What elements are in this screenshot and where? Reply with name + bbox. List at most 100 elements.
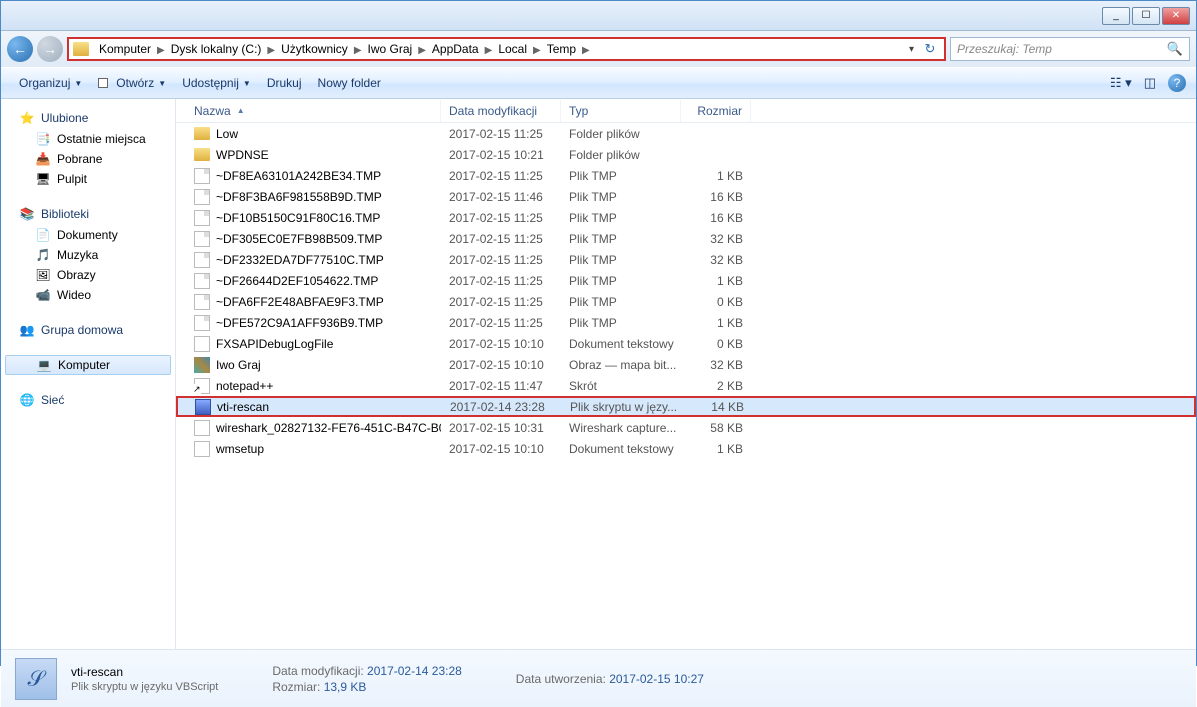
file-row[interactable]: ~DF8EA63101A242BE34.TMP2017-02-15 11:25P… <box>176 165 1196 186</box>
file-date: 2017-02-15 10:10 <box>441 442 561 456</box>
chevron-right-icon: ▶ <box>483 45 495 56</box>
column-name[interactable]: Nazwa▲ <box>186 100 441 122</box>
details-name: vti-rescan <box>71 665 218 679</box>
file-size: 14 KB <box>682 400 752 414</box>
sidebar-item-documents[interactable]: 📄Dokumenty <box>1 225 175 245</box>
sidebar-homegroup[interactable]: 👥Grupa domowa <box>1 319 175 341</box>
file-name: wireshark_02827132-FE76-451C-B47C-B0... <box>216 421 441 435</box>
file-name: ~DF8EA63101A242BE34.TMP <box>216 169 381 183</box>
file-row[interactable]: wmsetup2017-02-15 10:10Dokument tekstowy… <box>176 438 1196 459</box>
view-mode-button[interactable]: ☷ ▾ <box>1104 71 1138 95</box>
back-button[interactable]: ← <box>7 36 33 62</box>
file-name: ~DF10B5150C91F80C16.TMP <box>216 211 380 225</box>
help-button[interactable]: ? <box>1168 74 1186 92</box>
vbs-icon: 𝒮 <box>15 658 57 700</box>
sidebar-item-downloads[interactable]: 📥Pobrane <box>1 149 175 169</box>
sidebar-item-videos[interactable]: 📹Wideo <box>1 285 175 305</box>
file-row[interactable]: vti-rescan2017-02-14 23:28Plik skryptu w… <box>176 396 1196 417</box>
file-type: Plik TMP <box>561 295 681 309</box>
file-type-icon <box>194 210 210 226</box>
refresh-icon[interactable]: ↻ <box>920 41 940 57</box>
file-row[interactable]: Iwo Graj2017-02-15 10:10Obraz — mapa bit… <box>176 354 1196 375</box>
chevron-right-icon: ▶ <box>155 45 167 56</box>
file-type-icon <box>195 399 211 415</box>
minimize-button[interactable]: _ <box>1102 7 1130 25</box>
file-row[interactable]: ~DF8F3BA6F981558B9D.TMP2017-02-15 11:46P… <box>176 186 1196 207</box>
file-type-icon <box>194 273 210 289</box>
breadcrumb-segment[interactable]: Temp <box>543 42 580 56</box>
file-row[interactable]: ~DFE572C9A1AFF936B9.TMP2017-02-15 11:25P… <box>176 312 1196 333</box>
file-size: 16 KB <box>681 211 751 225</box>
search-input[interactable]: Przeszukaj: Temp 🔍 <box>950 37 1190 61</box>
toolbar: Organizuj▼ Otwórz▼ Udostępnij▼ Drukuj No… <box>1 67 1196 99</box>
sidebar-network[interactable]: 🌐Sieć <box>1 389 175 411</box>
print-button[interactable]: Drukuj <box>259 72 310 94</box>
file-type: Plik TMP <box>561 190 681 204</box>
column-date[interactable]: Data modyfikacji <box>441 100 561 122</box>
breadcrumb-segment[interactable]: Local <box>494 42 531 56</box>
titlebar: _ ☐ ✕ <box>1 1 1196 31</box>
file-row[interactable]: ~DF10B5150C91F80C16.TMP2017-02-15 11:25P… <box>176 207 1196 228</box>
sidebar-item-desktop[interactable]: 🖥Pulpit <box>1 169 175 189</box>
file-type-icon <box>194 231 210 247</box>
file-row[interactable]: ~DFA6FF2E48ABFAE9F3.TMP2017-02-15 11:25P… <box>176 291 1196 312</box>
file-type-icon <box>194 378 210 394</box>
breadcrumb-segment[interactable]: Dysk lokalny (C:) <box>167 42 266 56</box>
file-row[interactable]: ~DF2332EDA7DF77510C.TMP2017-02-15 11:25P… <box>176 249 1196 270</box>
breadcrumb-dropdown[interactable]: ▾ <box>903 44 920 55</box>
column-size[interactable]: Rozmiar <box>681 100 751 122</box>
preview-pane-button[interactable]: ◫ <box>1138 71 1162 95</box>
file-type: Obraz — mapa bit... <box>561 358 681 372</box>
file-size: 1 KB <box>681 274 751 288</box>
forward-button[interactable]: → <box>37 36 63 62</box>
file-row[interactable]: ~DF26644D2EF1054622.TMP2017-02-15 11:25P… <box>176 270 1196 291</box>
file-date: 2017-02-15 11:47 <box>441 379 561 393</box>
file-type: Plik TMP <box>561 274 681 288</box>
breadcrumb-segment[interactable]: AppData <box>428 42 483 56</box>
file-type: Folder plików <box>561 148 681 162</box>
file-type: Folder plików <box>561 127 681 141</box>
folder-icon <box>73 42 89 56</box>
file-name: Low <box>216 127 238 141</box>
sidebar-favorites[interactable]: ⭐Ulubione <box>1 107 175 129</box>
file-row[interactable]: notepad++2017-02-15 11:47Skrót2 KB <box>176 375 1196 396</box>
column-type[interactable]: Typ <box>561 100 681 122</box>
details-size-label: Rozmiar: <box>272 680 320 694</box>
new-folder-button[interactable]: Nowy folder <box>310 72 389 94</box>
sidebar-item-music[interactable]: 🎵Muzyka <box>1 245 175 265</box>
file-date: 2017-02-15 10:10 <box>441 337 561 351</box>
file-date: 2017-02-15 11:25 <box>441 316 561 330</box>
file-row[interactable]: FXSAPIDebugLogFile2017-02-15 10:10Dokume… <box>176 333 1196 354</box>
file-size: 2 KB <box>681 379 751 393</box>
file-row[interactable]: wireshark_02827132-FE76-451C-B47C-B0...2… <box>176 417 1196 438</box>
file-row[interactable]: Low2017-02-15 11:25Folder plików <box>176 123 1196 144</box>
file-type-icon <box>194 127 210 140</box>
sidebar-item-recent[interactable]: 📑Ostatnie miejsca <box>1 129 175 149</box>
sidebar-libraries[interactable]: 📚Biblioteki <box>1 203 175 225</box>
breadcrumb-segment[interactable]: Komputer <box>95 42 155 56</box>
share-button[interactable]: Udostępnij▼ <box>174 72 259 94</box>
file-row[interactable]: WPDNSE2017-02-15 10:21Folder plików <box>176 144 1196 165</box>
file-type-icon <box>194 336 210 352</box>
breadcrumb-segment[interactable]: Iwo Graj <box>364 42 417 56</box>
file-date: 2017-02-15 10:31 <box>441 421 561 435</box>
file-date: 2017-02-15 11:25 <box>441 211 561 225</box>
maximize-button[interactable]: ☐ <box>1132 7 1160 25</box>
file-type: Wireshark capture... <box>561 421 681 435</box>
search-icon: 🔍 <box>1167 41 1183 57</box>
file-size: 32 KB <box>681 232 751 246</box>
network-icon: 🌐 <box>19 392 35 408</box>
file-size: 58 KB <box>681 421 751 435</box>
close-button[interactable]: ✕ <box>1162 7 1190 25</box>
breadcrumb[interactable]: Komputer▶Dysk lokalny (C:)▶Użytkownicy▶I… <box>67 37 946 61</box>
organize-button[interactable]: Organizuj▼ <box>11 72 90 94</box>
file-row[interactable]: ~DF305EC0E7FB98B509.TMP2017-02-15 11:25P… <box>176 228 1196 249</box>
file-name: Iwo Graj <box>216 358 261 372</box>
open-icon <box>98 78 108 88</box>
file-date: 2017-02-14 23:28 <box>442 400 562 414</box>
open-button[interactable]: Otwórz▼ <box>90 72 174 94</box>
file-name: FXSAPIDebugLogFile <box>216 337 333 351</box>
breadcrumb-segment[interactable]: Użytkownicy <box>277 42 352 56</box>
sidebar-computer[interactable]: 💻Komputer <box>5 355 171 375</box>
sidebar-item-pictures[interactable]: 🖼Obrazy <box>1 265 175 285</box>
